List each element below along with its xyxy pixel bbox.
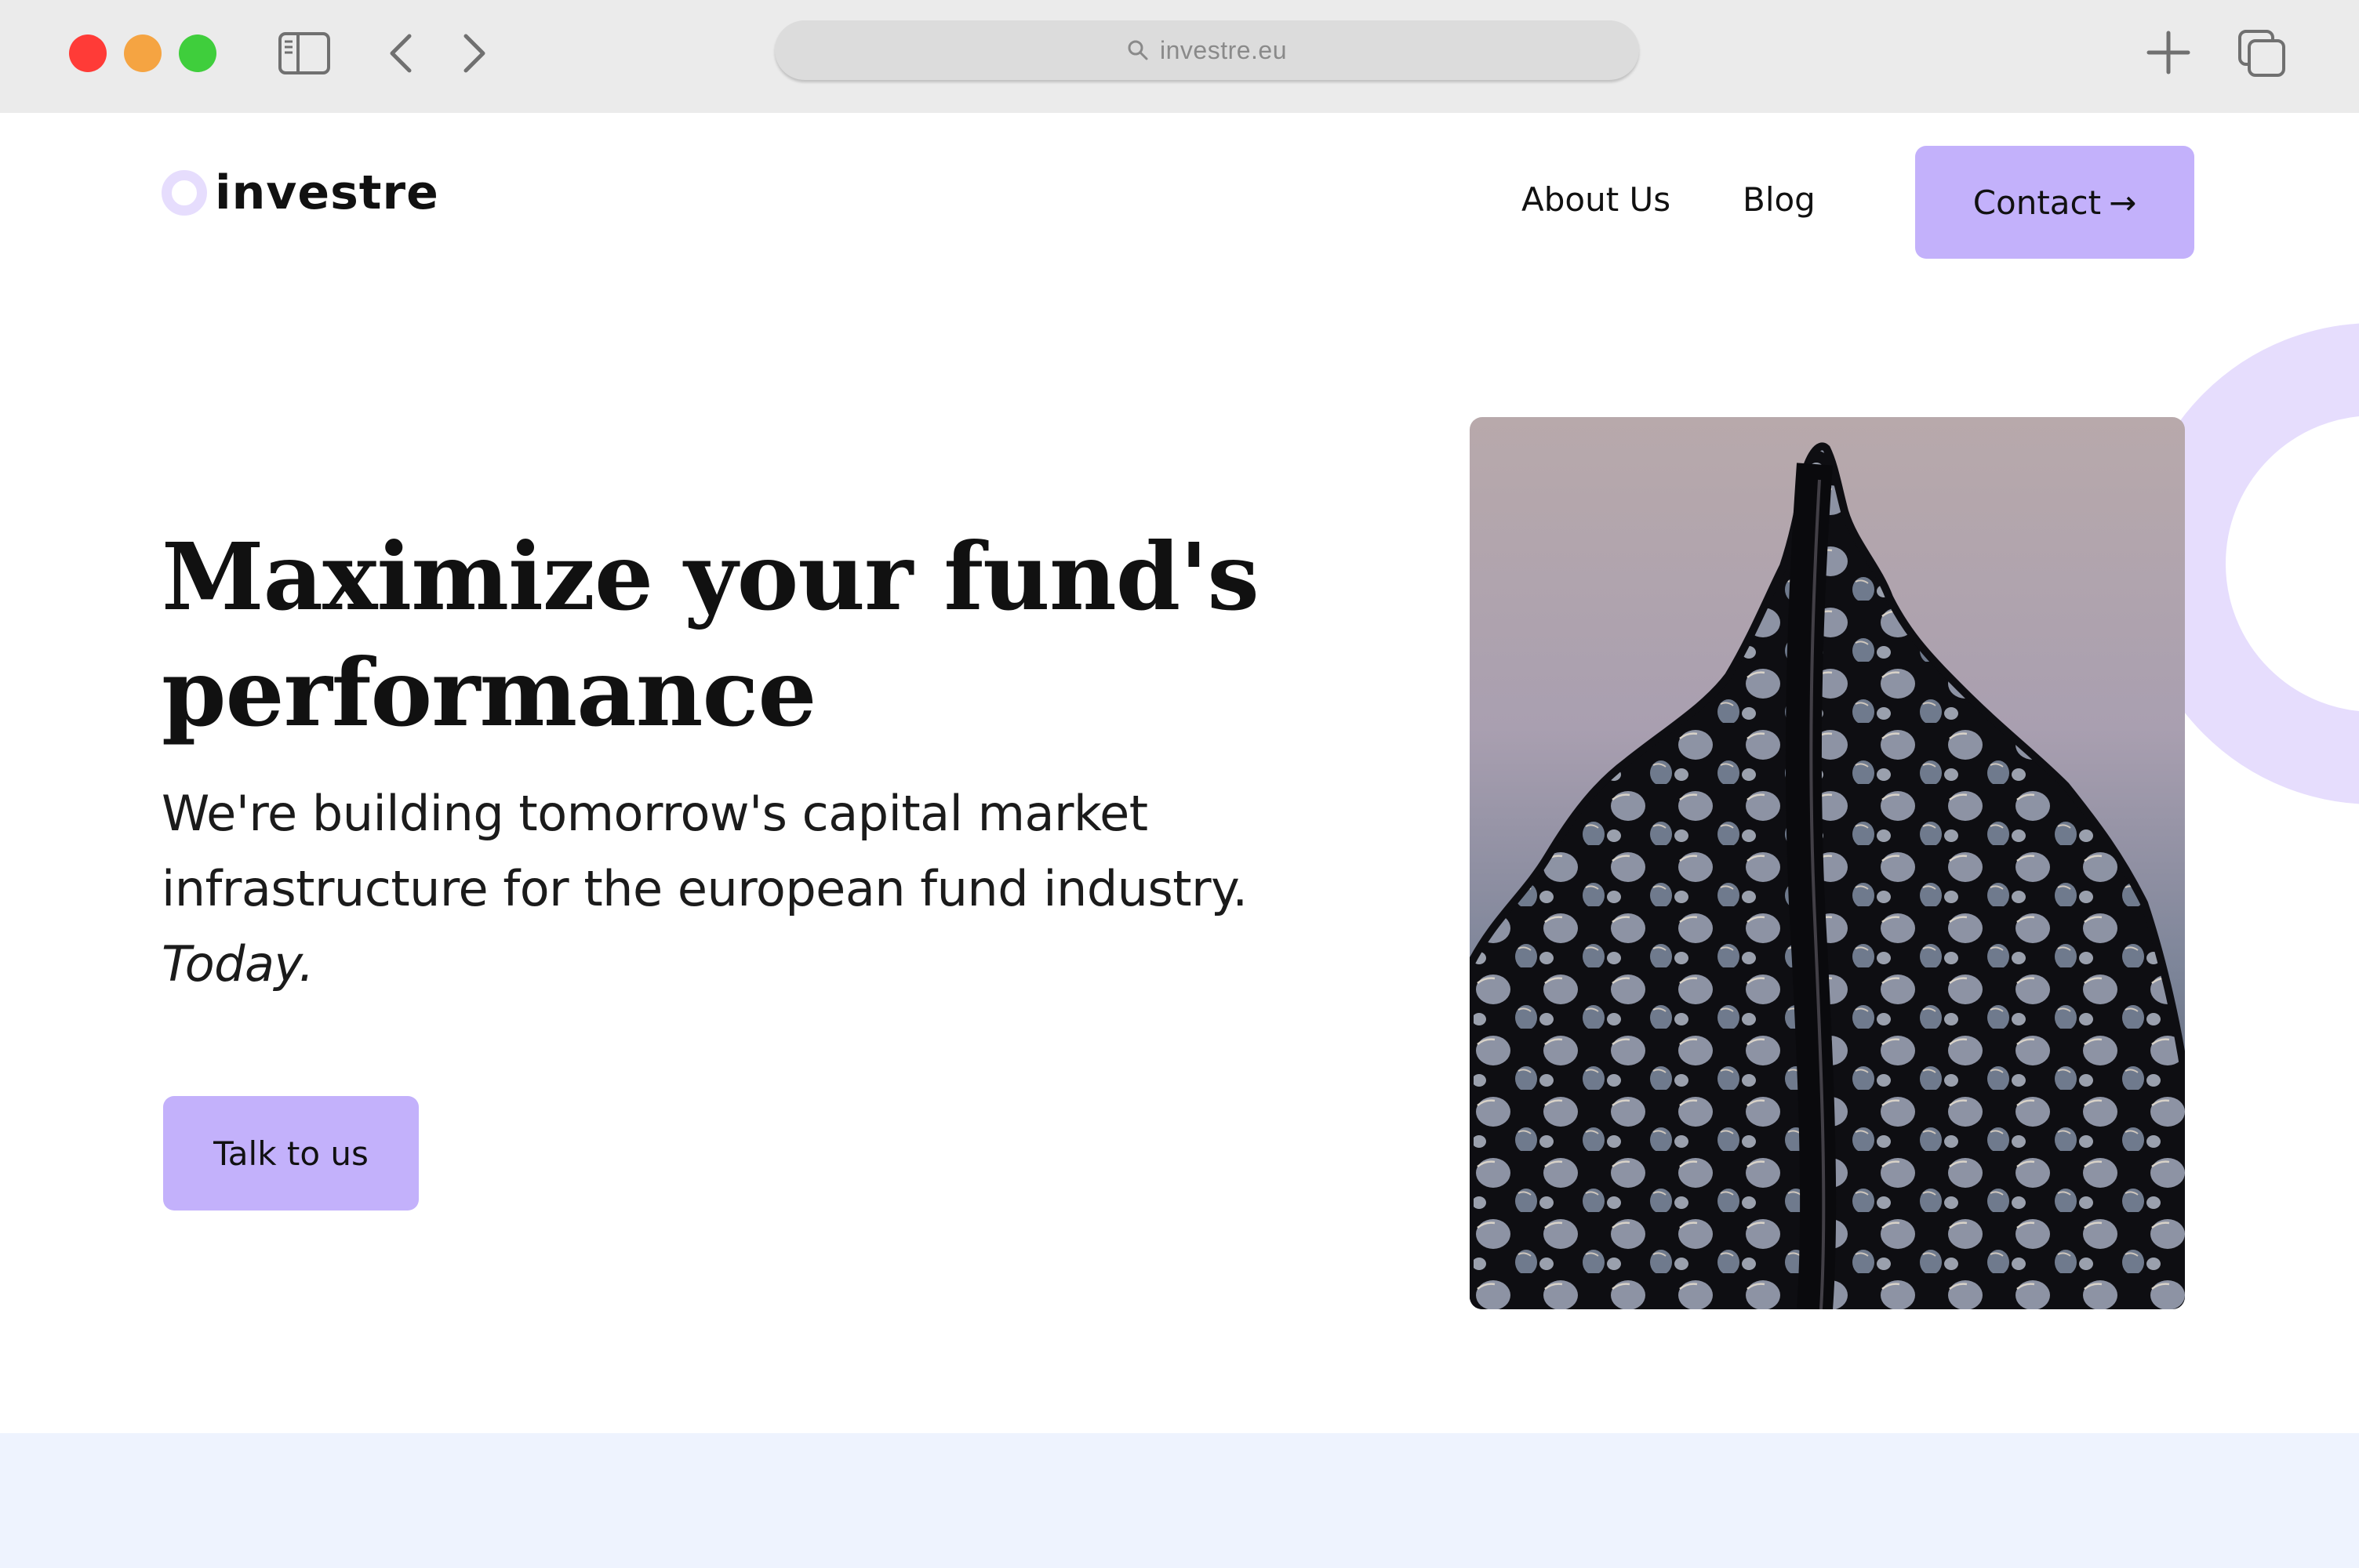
search-icon xyxy=(1128,40,1148,60)
minimize-window-button[interactable] xyxy=(124,34,162,72)
tabs-overview-icon[interactable] xyxy=(2237,28,2287,78)
arrow-right-icon: → xyxy=(2109,183,2137,222)
nav-about-us[interactable]: About Us xyxy=(1521,180,1670,220)
logo[interactable]: investre xyxy=(162,169,439,216)
maximize-window-button[interactable] xyxy=(179,34,216,72)
contact-button-label: Contact xyxy=(1972,183,2102,222)
address-bar[interactable]: investre.eu xyxy=(775,20,1639,80)
chevron-right-icon[interactable] xyxy=(455,30,493,77)
talk-to-us-button[interactable]: Talk to us xyxy=(163,1096,419,1210)
chevron-left-icon[interactable] xyxy=(383,30,420,77)
plus-icon[interactable] xyxy=(2144,28,2193,77)
logo-ring-icon xyxy=(162,170,207,216)
logo-text: investre xyxy=(215,165,439,220)
hero-sculpture-image xyxy=(1470,417,2185,1309)
close-window-button[interactable] xyxy=(69,34,107,72)
hero-title: Maximize your fund's performance xyxy=(162,522,1259,747)
url-text: investre.eu xyxy=(1159,35,1288,64)
browser-toolbar: investre.eu xyxy=(0,0,2359,113)
next-section-band xyxy=(0,1433,2359,1568)
browser-window: investre.eu investre About Us Blog Conta… xyxy=(0,0,2359,1568)
web-page: investre About Us Blog Contact → Maximiz… xyxy=(0,113,2359,1568)
contact-button[interactable]: Contact → xyxy=(1915,146,2194,259)
nav-blog[interactable]: Blog xyxy=(1743,180,1816,220)
hero-subtitle: We're building tomorrow's capital market… xyxy=(162,776,1354,1002)
hero-subtitle-text: We're building tomorrow's capital market… xyxy=(162,785,1248,917)
sidebar-toggle-icon[interactable] xyxy=(278,30,331,77)
hero-emphasis: Today. xyxy=(162,935,314,993)
